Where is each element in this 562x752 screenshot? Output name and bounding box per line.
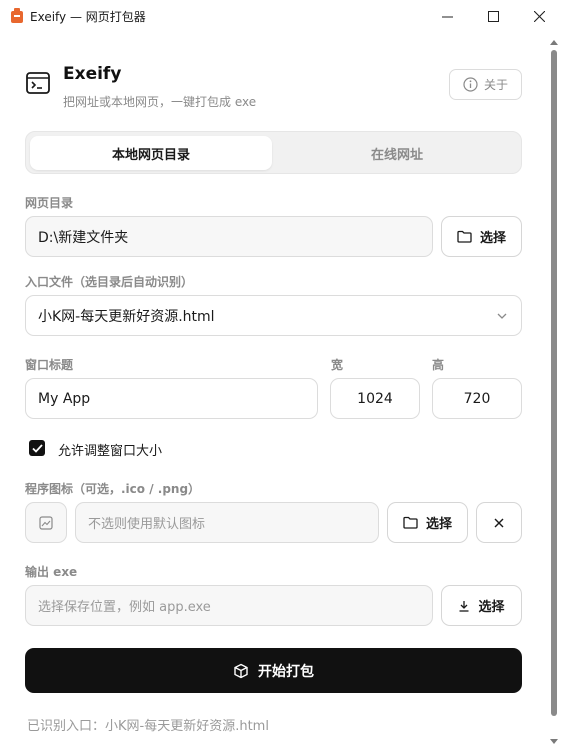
info-icon <box>463 77 478 92</box>
status-text: 已识别入口：小K网-每天更新好资源.html <box>27 719 269 734</box>
checkmark-icon <box>31 443 43 453</box>
output-select-button[interactable]: 选择 <box>441 585 522 626</box>
download-icon <box>459 600 469 612</box>
icon-path-placeholder: 不选则使用默认图标 <box>88 517 206 532</box>
scroll-thumb[interactable] <box>551 50 557 716</box>
close-window-button[interactable] <box>516 0 562 32</box>
icon-select-button[interactable]: 选择 <box>387 502 468 543</box>
folder-icon <box>403 516 418 529</box>
minimize-button[interactable] <box>424 0 470 32</box>
output-label: 输出 exe <box>25 565 78 579</box>
entry-select[interactable]: 小K网-每天更新好资源.html <box>25 295 522 336</box>
folder-icon <box>457 230 472 243</box>
output-path-placeholder: 选择保存位置，例如 app.exe <box>38 600 211 615</box>
app-subtitle: 把网址或本地网页，一键打包成 exe <box>63 95 257 109</box>
height-input[interactable]: 720 <box>432 378 522 419</box>
image-icon <box>39 515 53 530</box>
package-icon <box>234 663 248 678</box>
start-pack-label: 开始打包 <box>258 663 314 680</box>
entry-label: 入口文件（选目录后自动识别） <box>25 275 194 289</box>
app-icon <box>11 8 23 23</box>
scroll-down-arrow-icon[interactable] <box>550 739 558 744</box>
tab-online-url[interactable]: 在线网址 <box>276 136 518 170</box>
icon-path-input[interactable]: 不选则使用默认图标 <box>75 502 379 543</box>
dir-value: D:\新建文件夹 <box>38 229 129 246</box>
dir-select-button[interactable]: 选择 <box>441 216 522 257</box>
width-input[interactable]: 1024 <box>330 378 420 419</box>
dir-input[interactable]: D:\新建文件夹 <box>25 216 433 257</box>
width-label: 宽 <box>331 358 344 372</box>
width-value: 1024 <box>357 390 393 407</box>
window-title: Exeify — 网页打包器 <box>30 10 146 24</box>
output-path-input[interactable]: 选择保存位置，例如 app.exe <box>25 585 433 626</box>
icon-label: 程序图标（可选，.ico / .png） <box>25 482 201 496</box>
terminal-icon <box>26 72 50 94</box>
tab-local-directory[interactable]: 本地网页目录 <box>30 136 272 170</box>
chevron-down-icon <box>497 313 507 319</box>
resizable-label: 允许调整窗口大小 <box>58 444 163 459</box>
scroll-up-arrow-icon[interactable] <box>550 40 558 45</box>
scrollbar[interactable] <box>548 34 560 750</box>
close-icon <box>533 10 545 22</box>
height-value: 720 <box>463 390 491 407</box>
maximize-icon <box>487 10 499 22</box>
title-bar: Exeify — 网页打包器 <box>0 0 562 32</box>
mode-tabs: 本地网页目录 在线网址 <box>25 131 522 174</box>
window-title-input[interactable]: My App <box>25 378 318 419</box>
icon-preview <box>25 502 67 543</box>
dir-select-label: 选择 <box>479 231 506 246</box>
app-name: Exeify <box>63 64 122 84</box>
maximize-button[interactable] <box>470 0 516 32</box>
window-title-label: 窗口标题 <box>25 358 74 372</box>
window-title-value: My App <box>38 390 91 407</box>
resizable-checkbox[interactable] <box>29 440 45 456</box>
close-icon <box>494 518 504 527</box>
dir-label: 网页目录 <box>25 196 74 210</box>
icon-clear-button[interactable] <box>476 502 522 543</box>
entry-selected-value: 小K网-每天更新好资源.html <box>38 308 215 325</box>
about-button[interactable]: 关于 <box>449 69 522 100</box>
height-label: 高 <box>432 358 445 372</box>
icon-select-label: 选择 <box>425 517 452 532</box>
minimize-icon <box>441 16 453 17</box>
start-pack-button[interactable]: 开始打包 <box>25 648 522 693</box>
output-select-label: 选择 <box>478 600 505 615</box>
about-label: 关于 <box>483 78 508 92</box>
